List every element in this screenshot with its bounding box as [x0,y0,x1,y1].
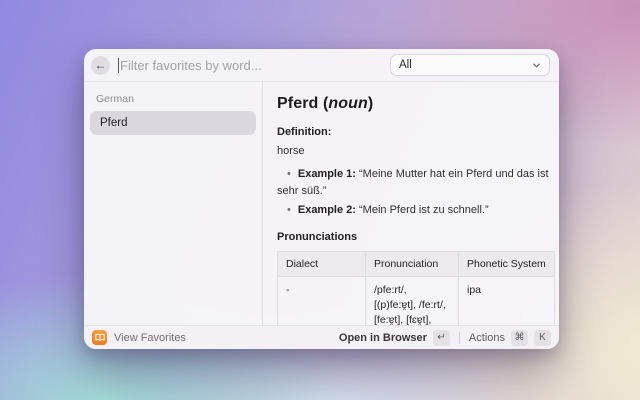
column-header-pronunciation: Pronunciation [366,252,459,277]
list-item-label: Pferd [100,117,128,129]
status-app-label: View Favorites [114,332,339,344]
example-list: Example 1: “Meine Mutter hat ein Pferd u… [277,166,554,219]
back-button[interactable]: ← [91,56,110,75]
example-label: Example 1: [298,168,356,180]
cell-pronunciation: /pfe:rt/, [(p)fe:ɐ̯t], /fe:rt/, [fe:ɐ̯t]… [366,277,459,326]
open-book-icon [95,333,105,342]
raycast-window: ← Filter favorites by word... All German… [84,49,559,349]
list-section-label: German [90,93,256,105]
cmd-key-badge: ⌘ [511,330,528,346]
cell-phonetic-system: ipa [459,277,555,326]
definition-text: horse [277,145,554,157]
pronunciations-heading: Pronunciations [277,231,554,243]
filter-dropdown[interactable]: All [390,54,550,76]
actions-button[interactable]: Actions [469,332,505,344]
desktop-background: ← Filter favorites by word... All German… [0,0,640,400]
search-input[interactable]: Filter favorites by word... [118,58,390,73]
table-header-row: Dialect Pronunciation Phonetic System [278,252,555,277]
column-header-dialect: Dialect [278,252,366,277]
example-item: Example 2: “Mein Pferd ist zu schnell.” [277,202,554,219]
filter-dropdown-value: All [399,59,532,71]
status-actions: Open in Browser ↵ Actions ⌘ K [339,330,551,346]
window-body: German Pferd Pferd (noun) Definition: ho… [84,82,559,325]
example-text: “Mein Pferd ist zu schnell.” [356,204,489,216]
column-header-phonetic-system: Phonetic System [459,252,555,277]
word-title-word: Pferd [277,95,318,112]
example-item: Example 1: “Meine Mutter hat ein Pferd u… [277,166,554,200]
pronunciation-table: Dialect Pronunciation Phonetic System - … [277,251,555,325]
text-caret [118,58,119,73]
back-arrow-icon: ← [95,58,107,72]
top-bar: ← Filter favorites by word... All [84,49,559,82]
detail-panel: Pferd (noun) Definition: horse Example 1… [263,82,559,325]
enter-key-badge: ↵ [433,330,450,346]
search-placeholder: Filter favorites by word... [120,58,262,73]
open-in-browser-button[interactable]: Open in Browser [339,332,427,344]
dictionary-app-icon [92,330,107,345]
status-separator [459,332,460,344]
definition-heading: Definition: [277,126,554,138]
table-row: - /pfe:rt/, [(p)fe:ɐ̯t], /fe:rt/, [fe:ɐ̯… [278,277,555,326]
word-part-of-speech: noun [328,95,368,112]
list-item-pferd[interactable]: Pferd [90,111,256,135]
example-label: Example 2: [298,204,356,216]
results-list: German Pferd [84,82,263,325]
status-bar: View Favorites Open in Browser ↵ Actions… [84,325,559,349]
k-key-badge: K [534,330,551,346]
cell-dialect: - [278,277,366,326]
chevron-down-icon [532,61,541,70]
word-title: Pferd (noun) [277,95,554,113]
